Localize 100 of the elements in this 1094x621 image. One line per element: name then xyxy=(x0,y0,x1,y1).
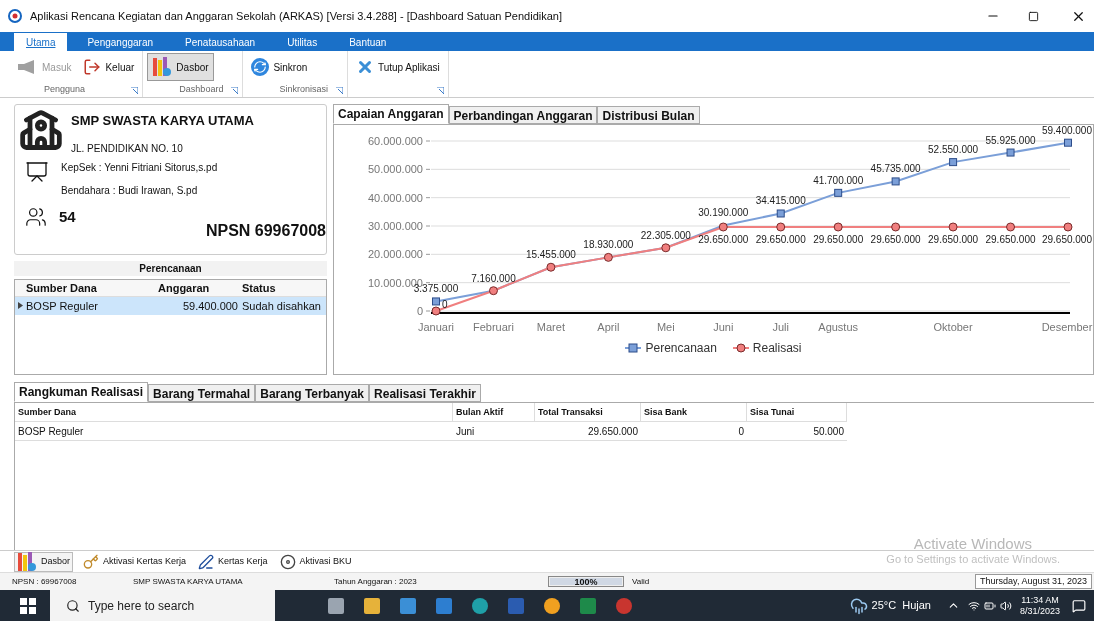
tab[interactable]: Rangkuman Realisasi xyxy=(14,382,149,402)
ribbon-button[interactable]: Keluar xyxy=(79,53,139,81)
app-logo-icon xyxy=(8,9,22,23)
data-label: 29.650.000 xyxy=(698,234,749,245)
axis-label: 60.000.000 xyxy=(367,135,423,147)
disc-icon xyxy=(279,553,296,570)
tab[interactable]: Capaian Anggaran xyxy=(333,104,449,124)
tab[interactable]: Barang Terbanyak xyxy=(255,384,370,402)
toolbar-button[interactable]: Aktivasi BKU xyxy=(277,551,354,572)
column-header: Anggaran xyxy=(158,280,211,296)
data-label: 29.650.000 xyxy=(985,234,1036,245)
section-header: Perencanaan xyxy=(14,260,327,276)
taskbar-app-icon[interactable] xyxy=(399,596,417,615)
ribbon-button[interactable]: Dasbor xyxy=(147,53,214,81)
activation-title: Activate Windows xyxy=(913,534,1032,554)
wifi-icon[interactable] xyxy=(967,599,980,612)
toolbar-button[interactable]: Dasbor xyxy=(14,551,73,572)
toolbar-button[interactable]: Aktivasi Kertas Kerja xyxy=(81,551,189,572)
data-point xyxy=(891,222,901,232)
data-label: 41.700.000 xyxy=(813,174,864,186)
expand-icon[interactable] xyxy=(335,86,343,94)
data-point xyxy=(431,306,441,316)
table-cell-text: BOSP Reguler xyxy=(17,424,85,439)
axis-label: Oktober xyxy=(933,321,973,333)
axis-label: Agustus xyxy=(818,321,859,333)
group-label: Pengguna xyxy=(43,83,86,97)
column-header: Status xyxy=(242,280,277,296)
tab[interactable]: Distribusi Bulan xyxy=(597,106,700,124)
data-label: 59.400.000 xyxy=(1041,125,1092,136)
expand-icon[interactable] xyxy=(436,86,444,94)
status-year: Tahun Anggaran : 2023 xyxy=(334,575,418,588)
taskbar-app-icon[interactable] xyxy=(579,596,597,615)
data-point xyxy=(776,209,785,218)
menu-tab[interactable]: Utama xyxy=(14,33,68,51)
student-count: 54 xyxy=(59,206,76,227)
axis-label: Juni xyxy=(713,321,734,333)
ribbon-button[interactable]: Tutup Aplikasi xyxy=(351,53,444,81)
column-header: Sumber Dana xyxy=(26,280,98,296)
data-point xyxy=(488,286,498,296)
data-label: 30.190.000 xyxy=(698,207,749,219)
data-label: 22.305.000 xyxy=(640,229,691,241)
column-header: Bulan Aktif xyxy=(453,403,535,421)
menu-tab[interactable]: Bantuan xyxy=(337,33,399,51)
status-state: Valid xyxy=(632,575,651,588)
tab[interactable]: Perbandingan Anggaran xyxy=(448,106,598,124)
battery-icon[interactable] xyxy=(983,599,996,612)
taskbar-app-icon[interactable] xyxy=(471,596,489,615)
weather-text: 25°C Hujan xyxy=(871,598,931,614)
books-icon xyxy=(17,550,37,573)
tab[interactable]: Realisasi Terakhir xyxy=(369,384,481,402)
expand-icon[interactable] xyxy=(131,86,139,94)
data-label: 7.160.000 xyxy=(471,272,516,284)
axis-label: 50.000.000 xyxy=(367,163,423,176)
menu-tab[interactable]: Utilitas xyxy=(275,33,330,51)
menu-tab[interactable]: Penganggaran xyxy=(75,33,166,51)
table-cell-text: 59.400.000 xyxy=(181,298,239,314)
column-header: Sisa Bank xyxy=(641,403,747,421)
school-address: JL. PENDIDIKAN NO. 10 xyxy=(71,141,184,156)
taskbar-app-icon[interactable] xyxy=(435,596,453,615)
data-label: 55.925.000 xyxy=(985,134,1036,146)
students-icon xyxy=(25,205,47,228)
restore-icon[interactable] xyxy=(1028,10,1039,22)
data-point xyxy=(718,222,728,232)
notification-icon[interactable] xyxy=(1072,598,1086,613)
window-title: Aplikasi Rencana Kegiatan dan Anggaran Sekolah (ARKAS) [Versi 3.4.288] - [Dashboard Satuan Pendidikan] xyxy=(30,8,563,24)
group-label: Dashboard xyxy=(178,83,224,97)
data-point xyxy=(948,222,958,232)
clock-date: 8/31/2023 xyxy=(1019,605,1060,617)
sync-icon xyxy=(251,58,270,76)
taskbar-app-icon[interactable] xyxy=(363,596,381,615)
table-cell-text: 50.000 xyxy=(812,424,845,439)
data-point xyxy=(1064,138,1072,147)
data-label: 29.650.000 xyxy=(1041,234,1092,245)
data-point xyxy=(603,252,613,262)
toolbar-button[interactable]: Kertas Kerja xyxy=(196,551,270,572)
axis-label: Mei xyxy=(656,321,675,333)
axis-label: Juli xyxy=(772,321,789,333)
data-point xyxy=(546,262,556,272)
menu-tab[interactable]: Penatausahaan xyxy=(173,33,268,51)
data-label: 34.415.000 xyxy=(755,195,806,207)
axis-label: 40.000.000 xyxy=(367,191,423,204)
taskbar-app-icon[interactable] xyxy=(327,596,345,615)
status-date: Thursday, August 31, 2023 xyxy=(975,573,1092,590)
taskbar-app-icon[interactable] xyxy=(543,596,561,615)
axis-label: Januari xyxy=(417,321,455,333)
ribbon-button[interactable]: Sinkron xyxy=(247,53,312,81)
table-cell-text: Juni xyxy=(455,424,476,439)
windows-start-icon[interactable] xyxy=(20,597,36,614)
data-point xyxy=(833,222,843,232)
tab[interactable]: Barang Termahal xyxy=(148,384,256,402)
status-school: SMP SWASTA KARYA UTAMA xyxy=(133,575,244,588)
legend-label: Realisasi xyxy=(752,340,802,357)
taskbar-search-field[interactable]: Type here to search xyxy=(50,590,275,621)
column-header: Total Transaksi xyxy=(535,403,641,421)
column-header: Sumber Dana xyxy=(15,403,453,421)
expand-icon[interactable] xyxy=(231,86,239,94)
volume-icon[interactable] xyxy=(999,599,1012,612)
axis-label: Februari xyxy=(472,321,514,333)
activation-hint: Go to Settings to activate Windows. xyxy=(886,552,1060,567)
clock-time: 11:34 AM xyxy=(1021,594,1059,606)
